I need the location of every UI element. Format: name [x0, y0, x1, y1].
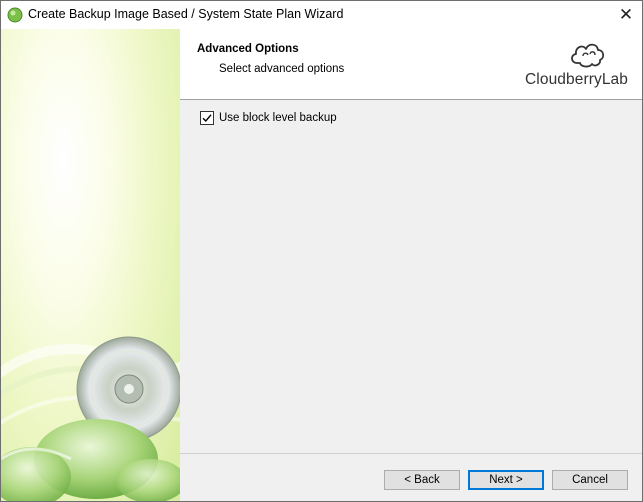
disc-illustration — [1, 336, 180, 501]
block-level-backup-option[interactable]: Use block level backup — [200, 111, 337, 125]
wizard-window: Create Backup Image Based / System State… — [0, 0, 643, 502]
brand-logo: CloudberryLab — [525, 37, 628, 93]
cancel-button[interactable]: Cancel — [552, 470, 628, 490]
footer-divider — [180, 453, 642, 454]
wizard-side-banner — [1, 29, 180, 501]
block-level-backup-checkbox[interactable] — [200, 111, 214, 125]
title-bar[interactable]: Create Backup Image Based / System State… — [1, 1, 642, 29]
back-button[interactable]: < Back — [384, 470, 460, 490]
brand-name: CloudberryLab — [525, 71, 628, 88]
app-icon — [7, 7, 23, 23]
page-title: Advanced Options — [197, 43, 299, 55]
cloud-icon — [568, 39, 606, 69]
wizard-content: Use block level backup — [180, 100, 642, 453]
window-title: Create Backup Image Based / System State… — [28, 7, 344, 21]
page-subtitle: Select advanced options — [219, 63, 345, 75]
next-button[interactable]: Next > — [468, 470, 544, 490]
block-level-backup-label: Use block level backup — [219, 112, 337, 124]
checkmark-icon — [202, 114, 212, 123]
close-icon: ✕ — [618, 5, 634, 24]
wizard-header: Advanced Options Select advanced options… — [180, 29, 642, 100]
close-button[interactable]: ✕ — [610, 1, 642, 29]
